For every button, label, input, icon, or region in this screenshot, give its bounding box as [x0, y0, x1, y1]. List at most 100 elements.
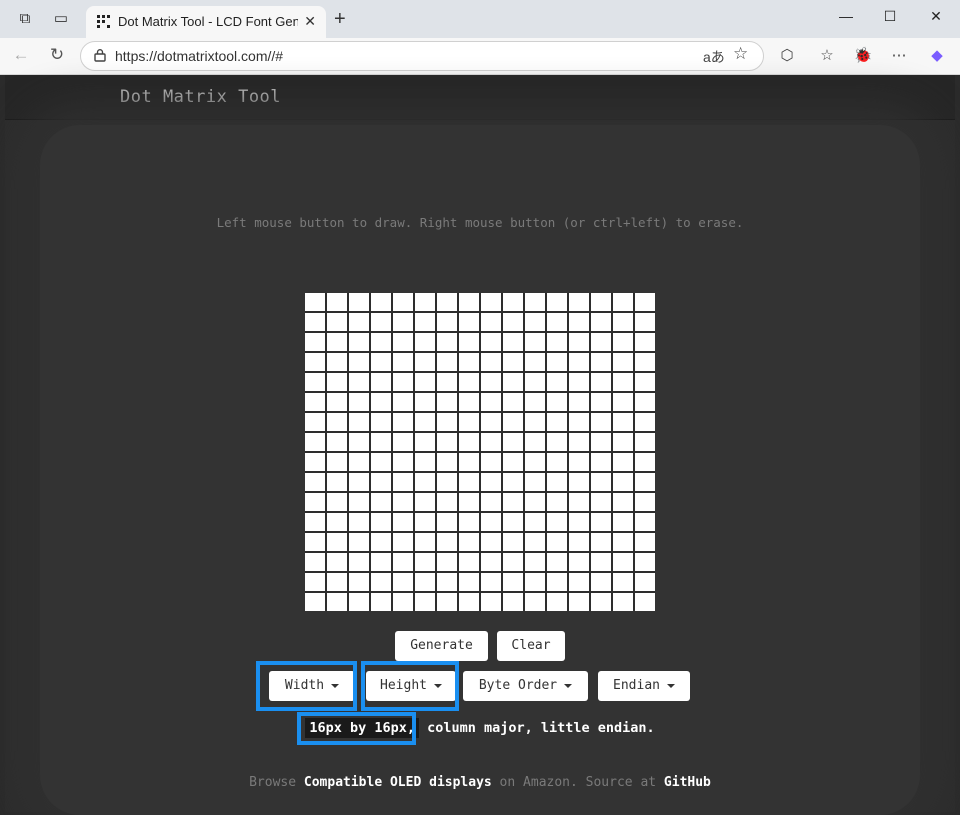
matrix-cell[interactable] [349, 553, 369, 571]
matrix-cell[interactable] [415, 553, 435, 571]
matrix-cell[interactable] [591, 553, 611, 571]
matrix-cell[interactable] [371, 533, 391, 551]
matrix-cell[interactable] [371, 473, 391, 491]
matrix-cell[interactable] [415, 413, 435, 431]
byte-order-dropdown[interactable]: Byte Order [463, 671, 588, 701]
matrix-cell[interactable] [305, 493, 325, 511]
matrix-cell[interactable] [547, 513, 567, 531]
matrix-cell[interactable] [591, 433, 611, 451]
matrix-cell[interactable] [415, 293, 435, 311]
matrix-cell[interactable] [569, 553, 589, 571]
matrix-cell[interactable] [635, 573, 655, 591]
matrix-cell[interactable] [569, 313, 589, 331]
matrix-cell[interactable] [327, 413, 347, 431]
matrix-cell[interactable] [613, 513, 633, 531]
matrix-cell[interactable] [481, 473, 501, 491]
matrix-cell[interactable] [437, 533, 457, 551]
matrix-cell[interactable] [503, 293, 523, 311]
matrix-cell[interactable] [349, 353, 369, 371]
matrix-cell[interactable] [525, 373, 545, 391]
matrix-cell[interactable] [327, 533, 347, 551]
matrix-cell[interactable] [635, 453, 655, 471]
matrix-cell[interactable] [503, 553, 523, 571]
matrix-cell[interactable] [569, 293, 589, 311]
ladybug-extension-icon[interactable]: 🐞 [852, 46, 874, 64]
matrix-cell[interactable] [547, 473, 567, 491]
matrix-cell[interactable] [613, 313, 633, 331]
matrix-cell[interactable] [635, 533, 655, 551]
read-aloud-icon[interactable]: aあ [703, 47, 725, 67]
height-dropdown[interactable]: Height [366, 671, 456, 701]
matrix-cell[interactable] [415, 493, 435, 511]
matrix-cell[interactable] [613, 493, 633, 511]
matrix-cell[interactable] [393, 333, 413, 351]
minimize-icon[interactable]: — [836, 8, 856, 24]
matrix-cell[interactable] [437, 553, 457, 571]
matrix-cell[interactable] [415, 533, 435, 551]
matrix-cell[interactable] [393, 353, 413, 371]
matrix-cell[interactable] [437, 593, 457, 611]
matrix-cell[interactable] [459, 593, 479, 611]
matrix-cell[interactable] [547, 493, 567, 511]
matrix-cell[interactable] [635, 353, 655, 371]
matrix-cell[interactable] [525, 553, 545, 571]
matrix-cell[interactable] [459, 333, 479, 351]
refresh-icon[interactable]: ↻ [46, 45, 68, 65]
matrix-cell[interactable] [305, 353, 325, 371]
matrix-cell[interactable] [613, 573, 633, 591]
matrix-cell[interactable] [349, 513, 369, 531]
matrix-cell[interactable] [569, 393, 589, 411]
matrix-cell[interactable] [393, 413, 413, 431]
matrix-cell[interactable] [327, 333, 347, 351]
matrix-cell[interactable] [635, 593, 655, 611]
matrix-cell[interactable] [569, 333, 589, 351]
matrix-cell[interactable] [591, 573, 611, 591]
matrix-cell[interactable] [481, 453, 501, 471]
matrix-cell[interactable] [591, 333, 611, 351]
matrix-cell[interactable] [349, 453, 369, 471]
matrix-cell[interactable] [305, 533, 325, 551]
address-bar[interactable]: https://dotmatrixtool.com//# aあ ☆ [80, 41, 764, 71]
matrix-cell[interactable] [503, 393, 523, 411]
matrix-cell[interactable] [591, 393, 611, 411]
matrix-cell[interactable] [327, 493, 347, 511]
matrix-cell[interactable] [503, 313, 523, 331]
matrix-cell[interactable] [437, 453, 457, 471]
matrix-cell[interactable] [591, 353, 611, 371]
matrix-cell[interactable] [305, 293, 325, 311]
matrix-cell[interactable] [327, 353, 347, 371]
matrix-cell[interactable] [635, 413, 655, 431]
matrix-cell[interactable] [503, 513, 523, 531]
matrix-cell[interactable] [349, 333, 369, 351]
matrix-cell[interactable] [459, 513, 479, 531]
matrix-cell[interactable] [481, 433, 501, 451]
matrix-cell[interactable] [305, 433, 325, 451]
matrix-cell[interactable] [371, 453, 391, 471]
matrix-cell[interactable] [305, 313, 325, 331]
matrix-cell[interactable] [481, 493, 501, 511]
matrix-cell[interactable] [327, 313, 347, 331]
matrix-cell[interactable] [349, 533, 369, 551]
matrix-cell[interactable] [481, 573, 501, 591]
matrix-cell[interactable] [635, 553, 655, 571]
matrix-cell[interactable] [437, 393, 457, 411]
matrix-cell[interactable] [503, 473, 523, 491]
matrix-cell[interactable] [437, 573, 457, 591]
matrix-cell[interactable] [569, 573, 589, 591]
matrix-cell[interactable] [569, 493, 589, 511]
matrix-cell[interactable] [503, 573, 523, 591]
matrix-cell[interactable] [525, 333, 545, 351]
matrix-cell[interactable] [591, 373, 611, 391]
matrix-cell[interactable] [415, 333, 435, 351]
matrix-cell[interactable] [459, 373, 479, 391]
width-dropdown[interactable]: Width [269, 671, 355, 701]
matrix-cell[interactable] [415, 313, 435, 331]
matrix-cell[interactable] [305, 593, 325, 611]
matrix-cell[interactable] [503, 353, 523, 371]
matrix-cell[interactable] [305, 373, 325, 391]
matrix-cell[interactable] [415, 593, 435, 611]
matrix-cell[interactable] [503, 493, 523, 511]
matrix-cell[interactable] [525, 473, 545, 491]
matrix-cell[interactable] [481, 293, 501, 311]
matrix-cell[interactable] [393, 453, 413, 471]
